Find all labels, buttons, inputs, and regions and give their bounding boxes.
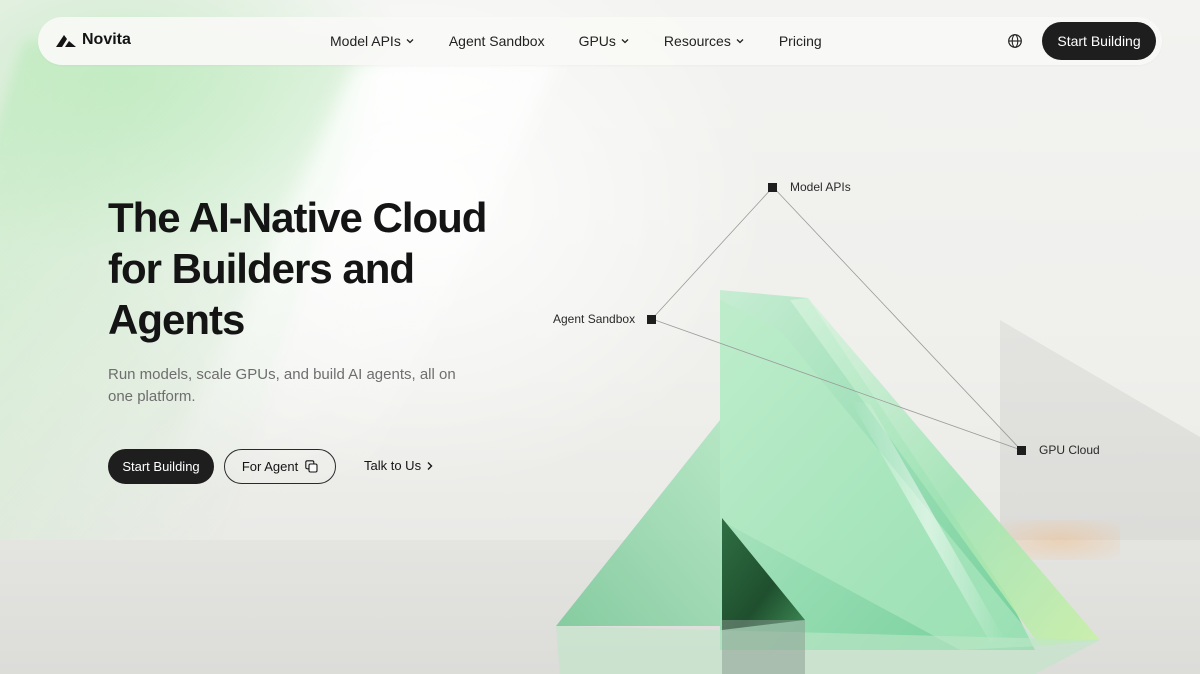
nav-item-agent-sandbox[interactable]: Agent Sandbox [449,33,545,49]
nav-item-label: Agent Sandbox [448,33,545,49]
node-marker-gpu-cloud [1017,446,1026,455]
brand-logo[interactable]: Novita [56,31,131,49]
nav-item-gpus[interactable]: GPUs [579,33,630,49]
nav-start-building-button[interactable]: Start Building [1042,22,1156,60]
novita-logo-icon [56,35,76,47]
chevron-down-icon [621,39,629,44]
nav-item-label: Resources [663,33,731,49]
hero-title-line: The AI-Native Cloud [108,194,487,241]
nav-item-label: Model APIs [330,33,401,49]
hero-title: The AI-Native Cloud for Builders and Age… [108,192,548,345]
connector-line [651,186,774,320]
hero-title-line: for Builders and [108,245,415,292]
hero-subtitle: Run models, scale GPUs, and build AI age… [108,366,456,405]
brand-name: Novita [82,31,131,48]
talk-to-us-label: Talk to Us [364,458,422,473]
chevron-down-icon [736,39,744,44]
node-label-gpu-cloud: GPU Cloud [1039,443,1100,457]
globe-icon[interactable] [1007,33,1023,49]
connector-line [772,186,1022,451]
nav-item-resources[interactable]: Resources [664,33,745,49]
hero-title-line: Agents [108,296,245,343]
nav-item-label: Pricing [778,33,822,49]
chevron-down-icon [406,39,414,44]
for-agent-button[interactable]: For Agent [224,449,336,484]
top-navbar: Novita Model APIs Agent Sandbox GPUs Res… [38,17,1162,65]
node-marker-agent-sandbox [647,315,656,324]
hero-start-building-button[interactable]: Start Building [108,449,214,484]
main-menu: Model APIs Agent Sandbox GPUs Resources … [330,17,822,65]
nav-item-pricing[interactable]: Pricing [779,33,822,49]
connector-line [651,318,1022,451]
copy-icon [305,460,318,473]
chevron-right-icon [427,461,433,470]
node-label-model-apis: Model APIs [790,180,851,194]
for-agent-label: For Agent [241,459,299,474]
node-marker-model-apis [768,183,777,192]
talk-to-us-link[interactable]: Talk to Us [364,458,434,473]
node-label-agent-sandbox: Agent Sandbox [553,312,636,326]
nav-item-model-apis[interactable]: Model APIs [330,33,415,49]
nav-item-label: GPUs [578,33,616,49]
